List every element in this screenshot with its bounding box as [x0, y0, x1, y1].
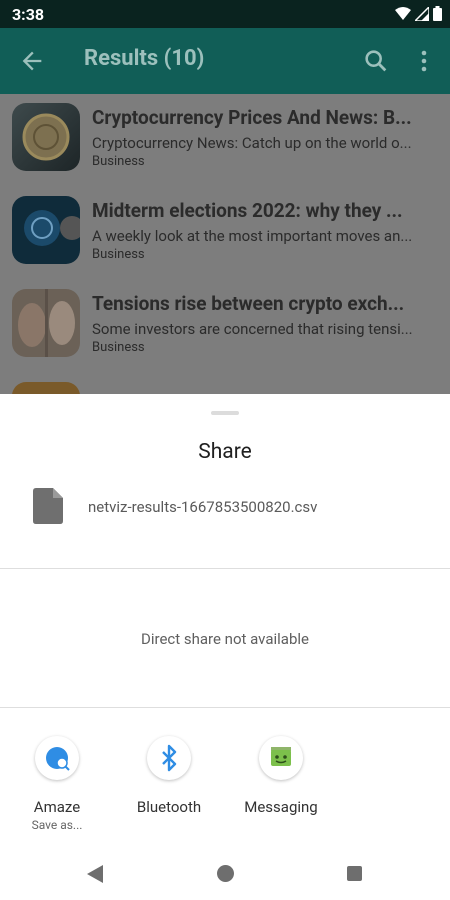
article-thumbnail: [12, 289, 80, 357]
page-title: Results (10): [84, 46, 205, 71]
amaze-icon: [35, 736, 79, 780]
file-icon: [33, 488, 63, 524]
shared-file-name: netviz-results-1667853500820.csv: [88, 498, 318, 516]
overflow-menu-icon[interactable]: [414, 47, 434, 75]
app-sublabel: Save as...: [31, 818, 83, 832]
share-title: Share: [198, 440, 252, 464]
list-item[interactable]: [0, 373, 450, 394]
list-item[interactable]: Tensions rise between crypto exch... Som…: [0, 280, 450, 373]
share-target-bluetooth[interactable]: Bluetooth: [114, 730, 224, 816]
list-item[interactable]: Midterm elections 2022: why they ... A w…: [0, 187, 450, 280]
sheet-drag-handle[interactable]: [211, 411, 239, 415]
nav-recents-icon[interactable]: [347, 866, 362, 881]
article-thumbnail: [12, 103, 80, 171]
result-description: A weekly look at the most important move…: [92, 227, 413, 245]
share-sheet: Share netviz-results-1667853500820.csv D…: [0, 394, 450, 900]
wifi-icon: [395, 6, 411, 20]
nav-back-icon[interactable]: [86, 864, 104, 884]
divider: [0, 707, 450, 708]
nav-home-icon[interactable]: [217, 865, 234, 882]
article-thumbnail: [12, 382, 80, 394]
article-thumbnail: [12, 196, 80, 264]
result-title: Tensions rise between crypto exch...: [92, 292, 405, 315]
direct-share-message: Direct share not available: [141, 630, 309, 648]
share-target-amaze[interactable]: Amaze Save as...: [2, 730, 112, 832]
search-icon[interactable]: [362, 47, 390, 75]
app-bar: Results (10): [0, 28, 450, 94]
results-list: Cryptocurrency Prices And News: B... Cry…: [0, 94, 450, 394]
messaging-icon: [259, 736, 303, 780]
app-label: Bluetooth: [136, 798, 202, 816]
signal-icon: [415, 6, 429, 21]
status-bar: 3:38: [0, 0, 450, 28]
bluetooth-icon: [147, 736, 191, 780]
app-label: Amaze: [33, 798, 81, 816]
status-icons: [395, 6, 442, 21]
result-category: Business: [92, 340, 145, 355]
back-arrow-icon[interactable]: [18, 47, 46, 75]
result-category: Business: [92, 247, 145, 262]
result-category: Business: [92, 154, 145, 169]
app-label: Messaging: [244, 798, 318, 816]
result-title: Cryptocurrency Prices And News: B...: [92, 106, 412, 129]
list-item[interactable]: Cryptocurrency Prices And News: B... Cry…: [0, 94, 450, 187]
result-description: Cryptocurrency News: Catch up on the wor…: [92, 134, 412, 152]
result-description: Some investors are concerned that rising…: [92, 320, 413, 338]
battery-icon: [433, 6, 442, 21]
status-time: 3:38: [12, 5, 45, 24]
share-target-messaging[interactable]: Messaging: [226, 730, 336, 816]
result-title: Midterm elections 2022: why they ...: [92, 199, 403, 222]
navigation-bar: [0, 846, 450, 900]
divider: [0, 568, 450, 569]
